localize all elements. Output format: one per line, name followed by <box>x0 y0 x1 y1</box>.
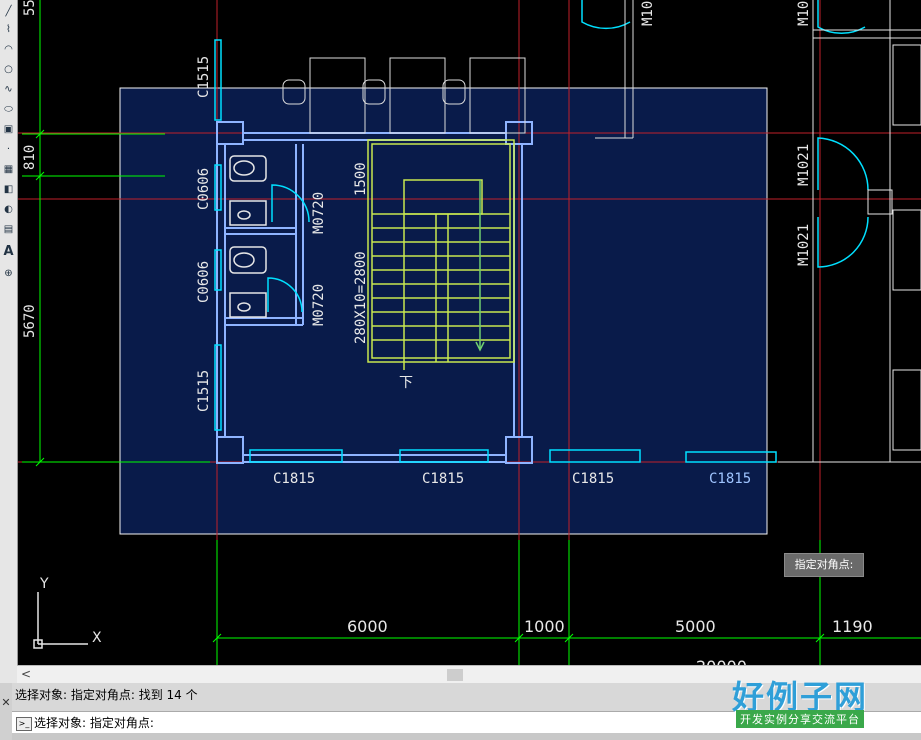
ucs-x-label: X <box>92 630 102 646</box>
total-dim-20000: 20000 <box>696 657 747 665</box>
stair-dim-steps: 280X10=2800 <box>353 251 369 344</box>
bottom-dim-5000: 5000 <box>675 617 716 636</box>
bottom-dim-1190: 1190 <box>832 617 873 636</box>
window-label-c1815-2: C1815 <box>422 471 464 487</box>
spline-tool-icon[interactable]: ∿ <box>1 82 16 97</box>
scroll-left-icon[interactable]: < <box>21 667 31 681</box>
cad-drawing-canvas[interactable]: C1515 C0606 C0606 C1515 C1815 C1815 C181… <box>0 0 921 665</box>
ucs-y-label: Y <box>39 576 49 592</box>
stair-dim-1500: 1500 <box>353 162 369 196</box>
window-label-c1815-1: C1815 <box>273 471 315 487</box>
command-prompt-icon[interactable]: >_ <box>16 716 32 731</box>
bottom-dim-1000: 1000 <box>524 617 565 636</box>
bottom-dim-6000: 6000 <box>347 617 388 636</box>
command-line-footer <box>12 733 921 740</box>
watermark-slogan: 开发实例分享交流平台 <box>736 710 864 728</box>
door-label-m10-1: M10 <box>640 1 656 26</box>
command-prompt-text: 选择对象: 指定对角点: <box>34 716 154 730</box>
coordinate-tooltip: 指定对角点: <box>784 553 864 577</box>
left-dim-5670: 5670 <box>22 304 38 338</box>
window-label-c0606-2: C0606 <box>196 261 212 303</box>
window-label-c1815-3: C1815 <box>572 471 614 487</box>
gradient-tool-icon[interactable]: ◐ <box>1 202 16 217</box>
window-label-c1515-top: C1515 <box>196 56 212 98</box>
window-label-c0606-1: C0606 <box>196 168 212 210</box>
table-tool-icon[interactable]: ▤ <box>1 222 16 237</box>
block-tool-icon[interactable]: ▣ <box>1 122 16 137</box>
ellipse-tool-icon[interactable]: ⬭ <box>1 102 16 117</box>
insert-tool-icon[interactable]: ⊕ <box>1 266 16 281</box>
door-label-m0720-2: M0720 <box>311 284 327 326</box>
arc-tool-icon[interactable]: ◠ <box>1 42 16 57</box>
door-label-m1021-2: M1021 <box>796 224 812 266</box>
scroll-thumb[interactable] <box>447 669 463 681</box>
window-label-c1815-4: C1815 <box>709 471 751 487</box>
hatch-tool-icon[interactable]: ▦ <box>1 162 16 177</box>
stair-down-label: 下 <box>399 375 413 391</box>
point-tool-icon[interactable]: · <box>1 142 16 157</box>
door-label-m0720-1: M0720 <box>311 192 327 234</box>
region-tool-icon[interactable]: ◧ <box>1 182 16 197</box>
line-tool-icon[interactable]: ╱ <box>1 4 16 19</box>
left-toolbar: ╱ ⌇ ◠ ○ ∿ ⬭ ▣ · ▦ ◧ ◐ ▤ A ⊕ <box>0 0 18 690</box>
left-dim-810: 810 <box>22 145 38 170</box>
door-label-m1021-1: M1021 <box>796 144 812 186</box>
door-label-m10-2: M10 <box>796 1 812 26</box>
window-label-c1515-bottom: C1515 <box>196 370 212 412</box>
site-watermark: 好例子网 开发实例分享交流平台 <box>732 672 892 732</box>
circle-tool-icon[interactable]: ○ <box>1 62 16 77</box>
left-dim-55: 55 <box>22 0 38 16</box>
polyline-tool-icon[interactable]: ⌇ <box>1 22 16 37</box>
command-line-close-icon[interactable]: ✕ <box>0 683 12 740</box>
text-tool-icon[interactable]: A <box>1 244 16 259</box>
